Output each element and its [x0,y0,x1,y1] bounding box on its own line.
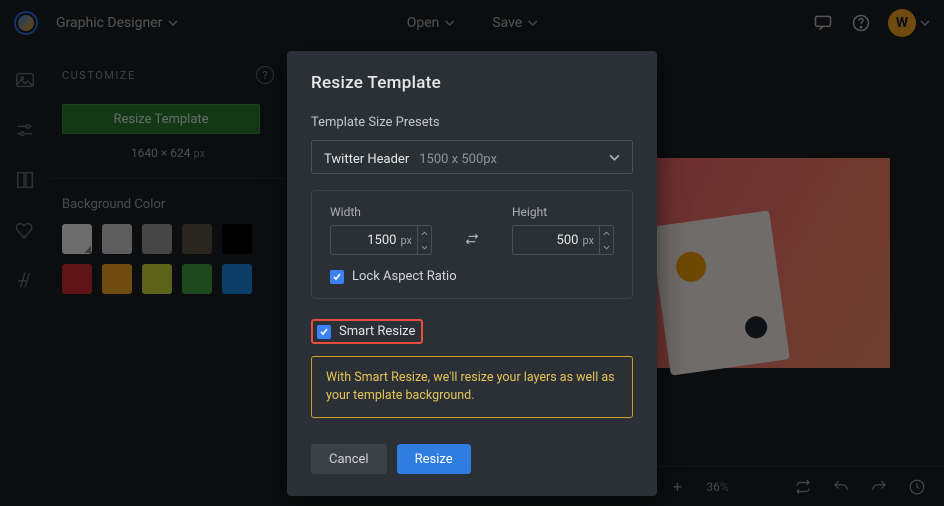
height-value: 500 [513,233,580,248]
preset-size: 1500 x 500px [419,152,497,167]
lock-aspect-checkbox[interactable] [330,270,344,284]
height-input[interactable]: 500 px [512,225,614,255]
smart-resize-info: With Smart Resize, we'll resize your lay… [311,356,633,418]
cancel-label: Cancel [329,452,369,467]
resize-template-modal: Resize Template Template Size Presets Tw… [287,51,657,496]
lock-aspect-label: Lock Aspect Ratio [352,269,457,284]
preset-name: Twitter Header [324,152,409,167]
preset-select[interactable]: Twitter Header 1500 x 500px [311,140,633,174]
height-unit: px [580,234,599,247]
caret-up-icon[interactable] [600,226,613,240]
height-label: Height [512,205,614,219]
width-value: 1500 [331,233,398,248]
resize-button[interactable]: Resize [397,444,471,474]
presets-label: Template Size Presets [311,115,633,130]
width-label: Width [330,205,432,219]
width-stepper[interactable] [417,226,431,254]
caret-down-icon[interactable] [600,240,613,254]
swap-dimensions-icon[interactable] [462,228,482,250]
caret-down-icon[interactable] [418,240,431,254]
caret-up-icon[interactable] [418,226,431,240]
modal-title: Resize Template [311,73,633,93]
height-stepper[interactable] [599,226,613,254]
resize-label: Resize [415,452,453,467]
chevron-down-icon [609,152,620,163]
smart-resize-highlight: Smart Resize [311,319,423,344]
smart-resize-checkbox[interactable] [317,325,331,339]
cancel-button[interactable]: Cancel [311,444,387,474]
smart-resize-label: Smart Resize [339,324,415,339]
width-input[interactable]: 1500 px [330,225,432,255]
width-unit: px [398,234,417,247]
